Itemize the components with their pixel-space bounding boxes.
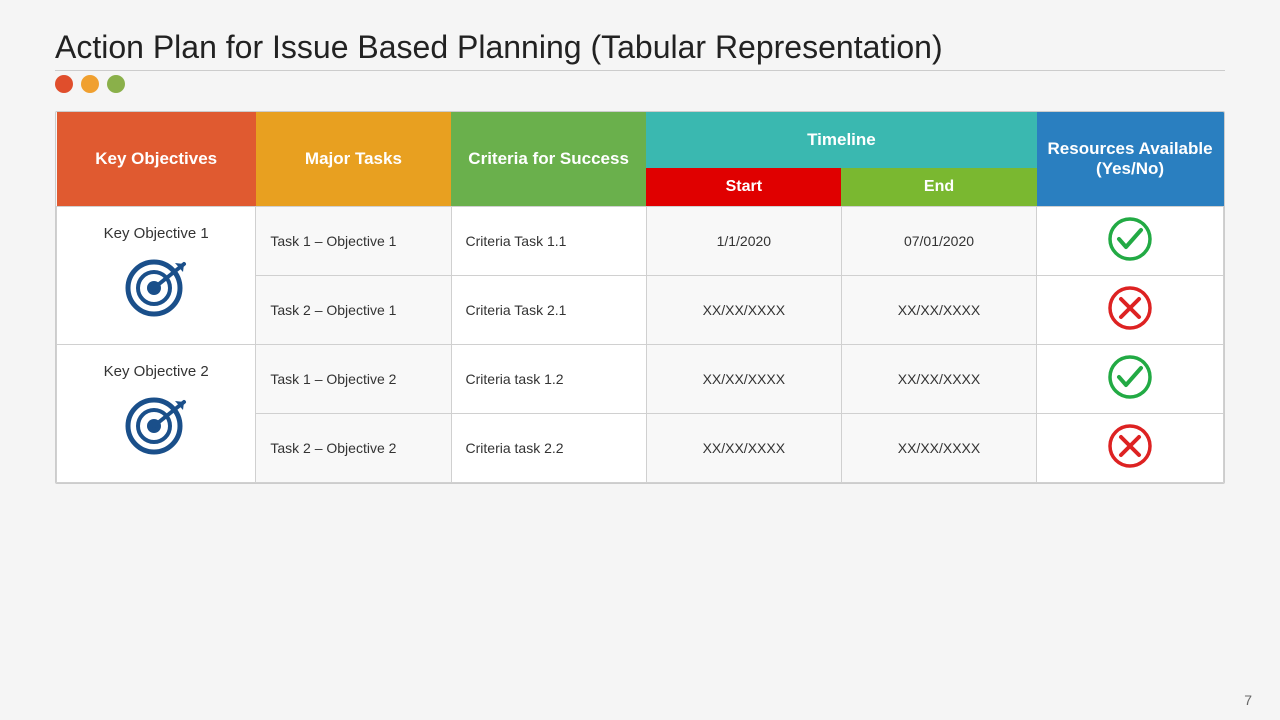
criteria-cell-r1-t2: Criteria Task 2.1 (451, 276, 646, 345)
objective-cell-1: Key Objective 1 (57, 207, 256, 345)
end-cell-r2-t2: XX/XX/XXXX (841, 414, 1036, 483)
start-cell-r2-t2: XX/XX/XXXX (646, 414, 841, 483)
dots-row (55, 75, 1225, 93)
target-icon-1 (65, 250, 247, 326)
end-cell-r2-t1: XX/XX/XXXX (841, 345, 1036, 414)
criteria-cell-r2-t2: Criteria task 2.2 (451, 414, 646, 483)
task-cell-r2-t2: Task 2 – Objective 2 (256, 414, 451, 483)
cross-icon (1106, 422, 1154, 470)
header-resources: Resources Available (Yes/No) (1037, 112, 1224, 207)
sub-header-end: End (841, 168, 1036, 207)
resource-cell-r2-t1 (1037, 345, 1224, 414)
task-cell-r1-t2: Task 2 – Objective 1 (256, 276, 451, 345)
resource-cell-r1-t1 (1037, 207, 1224, 276)
header-timeline: Timeline (646, 112, 1036, 168)
sub-header-start: Start (646, 168, 841, 207)
action-plan-table: Key Objectives Major Tasks Criteria for … (56, 112, 1224, 483)
slide: Action Plan for Issue Based Planning (Ta… (0, 0, 1280, 720)
main-table-wrapper: Key Objectives Major Tasks Criteria for … (55, 111, 1225, 484)
end-cell-r1-t2: XX/XX/XXXX (841, 276, 1036, 345)
dot-green (107, 75, 125, 93)
header-key-objectives: Key Objectives (57, 112, 256, 207)
objective-label-2: Key Objective 2 (65, 363, 247, 380)
header-criteria: Criteria for Success (451, 112, 646, 207)
page-title: Action Plan for Issue Based Planning (Ta… (55, 28, 1225, 66)
page-number: 7 (1244, 692, 1252, 708)
criteria-cell-r2-t1: Criteria task 1.2 (451, 345, 646, 414)
dot-orange (81, 75, 99, 93)
header-major-tasks: Major Tasks (256, 112, 451, 207)
criteria-cell-r1-t1: Criteria Task 1.1 (451, 207, 646, 276)
dot-red (55, 75, 73, 93)
header-row: Key Objectives Major Tasks Criteria for … (57, 112, 1224, 168)
title-divider (55, 70, 1225, 71)
task-cell-r2-t1: Task 1 – Objective 2 (256, 345, 451, 414)
objective-label-1: Key Objective 1 (65, 225, 247, 242)
task-cell-r1-t1: Task 1 – Objective 1 (256, 207, 451, 276)
table-row: Key Objective 1 Task 1 – Objective 1Crit… (57, 207, 1224, 276)
start-cell-r1-t2: XX/XX/XXXX (646, 276, 841, 345)
objective-cell-2: Key Objective 2 (57, 345, 256, 483)
target-icon-2 (65, 388, 247, 464)
cross-icon (1106, 284, 1154, 332)
end-cell-r1-t1: 07/01/2020 (841, 207, 1036, 276)
check-icon (1106, 215, 1154, 263)
check-icon (1106, 353, 1154, 401)
resource-cell-r1-t2 (1037, 276, 1224, 345)
start-cell-r1-t1: 1/1/2020 (646, 207, 841, 276)
resource-cell-r2-t2 (1037, 414, 1224, 483)
table-row: Key Objective 2 Task 1 – Objective 2Crit… (57, 345, 1224, 414)
start-cell-r2-t1: XX/XX/XXXX (646, 345, 841, 414)
